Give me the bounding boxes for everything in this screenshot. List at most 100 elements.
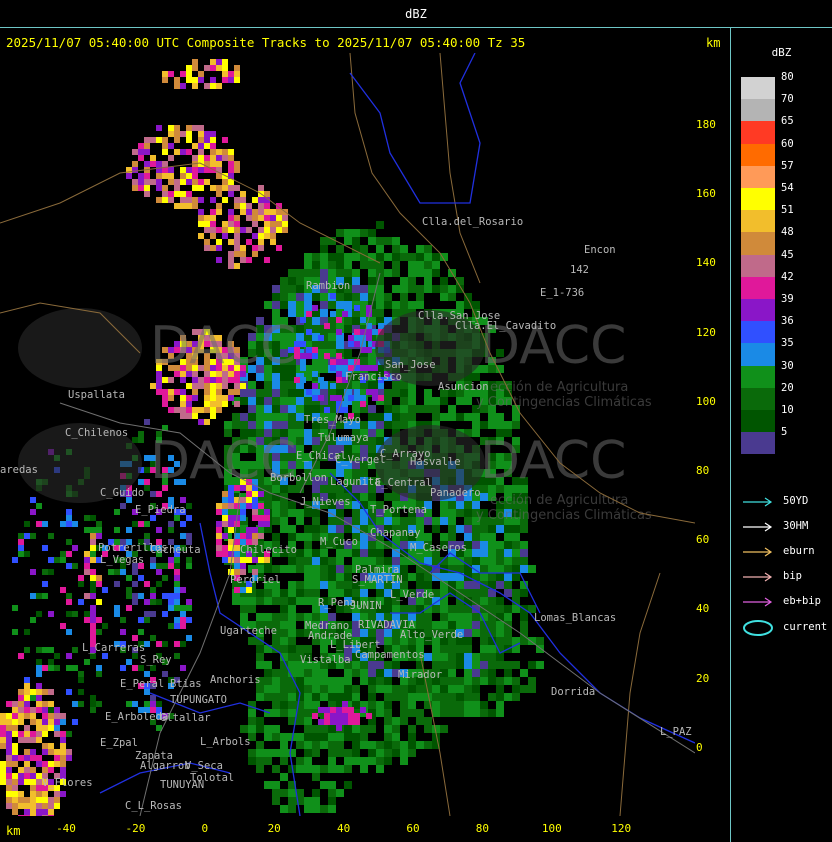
echo-cell [272, 781, 280, 789]
echo-cell [256, 589, 264, 597]
echo-cell [304, 733, 312, 741]
echo-cell [156, 377, 162, 383]
echo-cell [480, 637, 488, 645]
echo-cell [336, 353, 342, 359]
echo-cell [480, 525, 488, 533]
echo-cell [392, 405, 400, 413]
echo-cell [256, 765, 264, 773]
echo-cell [252, 215, 258, 221]
echo-cell [472, 613, 480, 621]
echo-cell [360, 493, 368, 501]
echo-cell [162, 137, 168, 143]
echo-cell [408, 693, 416, 701]
radar-map[interactable]: DACC DACC DACC DACC ección de Agricultur… [0, 53, 695, 816]
echo-cell [304, 565, 312, 573]
echo-cell [408, 741, 416, 749]
echo-cell [312, 573, 320, 581]
echo-cell [264, 693, 272, 701]
echo-cell [416, 741, 424, 749]
echo-cell [228, 215, 234, 221]
echo-cell [336, 509, 344, 517]
echo-cell [472, 685, 480, 693]
echo-cell [320, 253, 328, 261]
echo-cell [504, 421, 512, 429]
echo-cell [204, 383, 210, 389]
echo-cell [312, 253, 320, 261]
echo-cell [306, 311, 312, 317]
echo-cell [352, 445, 360, 453]
echo-cell [504, 613, 512, 621]
echo-cell [282, 215, 288, 221]
echo-cell [384, 733, 392, 741]
echo-cell [280, 733, 288, 741]
echo-cell [504, 525, 512, 533]
echo-cell [424, 533, 432, 541]
echo-cell [328, 237, 336, 245]
echo-cell [288, 693, 296, 701]
radar-map-canvas[interactable]: DACC DACC DACC DACC ección de Agricultur… [0, 53, 695, 816]
echo-cell [400, 557, 408, 565]
echo-cell [150, 137, 156, 143]
echo-cell [270, 221, 276, 227]
echo-cell [400, 405, 408, 413]
echo-cell [256, 397, 264, 405]
echo-cell [352, 733, 360, 741]
echo-cell [288, 557, 296, 565]
echo-cell [180, 401, 186, 407]
echo-cell [198, 131, 204, 137]
echo-cell [472, 541, 480, 549]
echo-cell [210, 233, 216, 239]
echo-cell [296, 509, 304, 517]
echo-cell [440, 685, 448, 693]
echo-cell [464, 653, 472, 661]
echo-cell [296, 309, 304, 317]
echo-cell [496, 605, 504, 613]
echo-cell [240, 597, 248, 605]
echo-cell [448, 669, 456, 677]
echo-cell [496, 677, 504, 685]
echo-cell [258, 185, 264, 191]
echo-cell [448, 285, 456, 293]
echo-cell [126, 173, 132, 179]
echo-cell [408, 285, 416, 293]
echo-cell [228, 155, 234, 161]
echo-cell [456, 525, 464, 533]
echo-cell [264, 221, 270, 227]
echo-cell [344, 725, 352, 733]
echo-cell [448, 413, 456, 421]
echo-cell [232, 597, 240, 605]
echo-cell [488, 533, 496, 541]
echo-cell [376, 261, 384, 269]
echo-cell [280, 757, 288, 765]
echo-cell [240, 251, 246, 257]
echo-cell [424, 397, 432, 405]
echo-cell [416, 685, 424, 693]
echo-cell [360, 517, 368, 525]
echo-cell [272, 381, 280, 389]
echo-cell [400, 285, 408, 293]
echo-cell [416, 573, 424, 581]
echo-cell [300, 359, 306, 365]
echo-cell [296, 285, 304, 293]
echo-cell [448, 677, 456, 685]
echo-cell [480, 701, 488, 709]
echo-cell [392, 717, 400, 725]
echo-cell [320, 365, 328, 373]
echo-cell [384, 389, 392, 397]
echo-cell [216, 185, 222, 191]
echo-cell [480, 653, 488, 661]
echo-cell [336, 253, 344, 261]
echo-cell [228, 377, 234, 383]
echo-cell [440, 413, 448, 421]
echo-cell [384, 757, 392, 765]
echo-cell [496, 709, 504, 717]
echo-cell [464, 629, 472, 637]
echo-cell [272, 685, 280, 693]
echo-cell [344, 229, 352, 237]
map-title: 2025/11/07 05:40:00 UTC Composite Tracks… [6, 35, 526, 50]
echo-cell [304, 693, 312, 701]
echo-cell [156, 161, 162, 167]
echo-cell [472, 429, 480, 437]
echo-cell [272, 597, 280, 605]
top-bar: dBZ [0, 0, 832, 28]
